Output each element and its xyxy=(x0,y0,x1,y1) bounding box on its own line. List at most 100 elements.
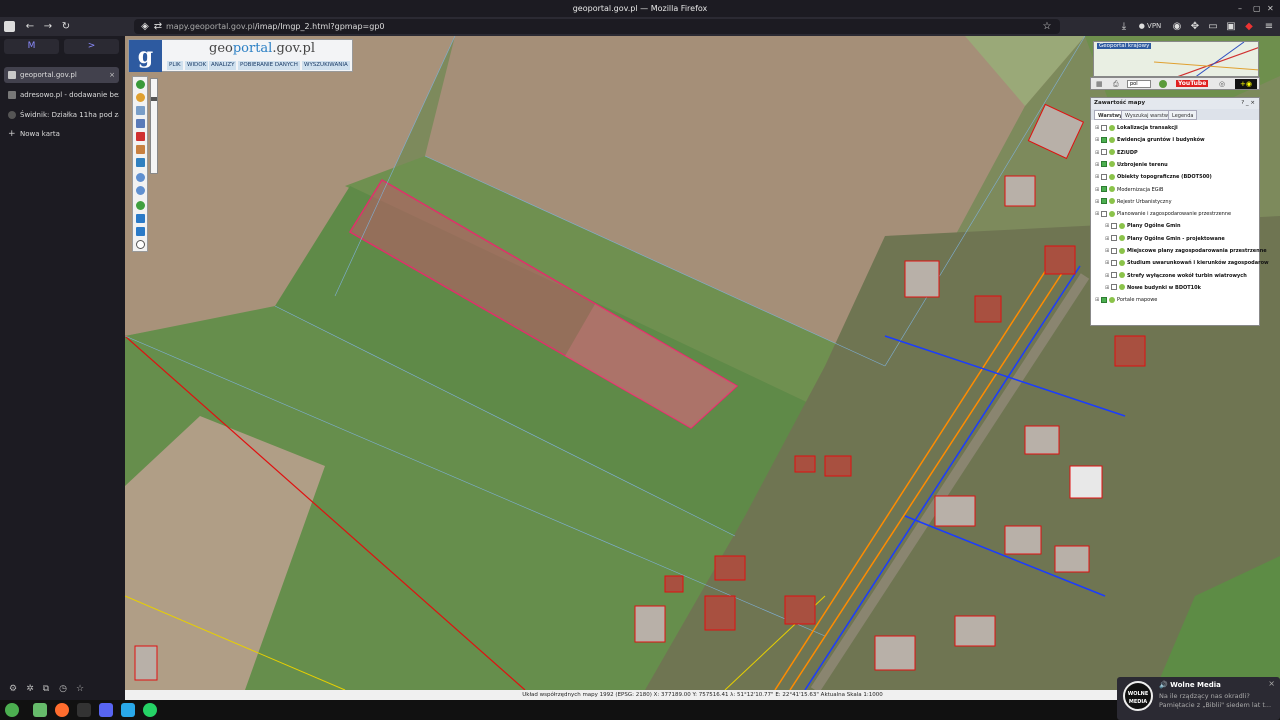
terminal-icon[interactable] xyxy=(77,703,91,717)
discord-icon[interactable] xyxy=(99,703,113,717)
layer-row[interactable]: ⊞ EZiUDP xyxy=(1095,147,1138,159)
tab-swidnik[interactable]: Świdnik: Działka 11ha pod zabu xyxy=(4,107,119,123)
bookmark-star-icon[interactable]: ☆ xyxy=(1040,20,1054,33)
ai-chat-icon[interactable]: ✲ xyxy=(24,684,36,696)
new-tab-button[interactable]: + Nowa karta xyxy=(4,126,119,142)
globe-icon[interactable] xyxy=(136,201,145,210)
files-icon[interactable] xyxy=(33,703,47,717)
layer-row[interactable]: ⊞ Modernizacja EGiB xyxy=(1095,184,1163,196)
tab-geoportal[interactable]: geoportal.gov.pl × xyxy=(4,67,119,83)
pocket-icon[interactable]: ▣ xyxy=(1224,20,1238,33)
layer-checkbox[interactable] xyxy=(1111,235,1117,242)
clear-icon[interactable] xyxy=(136,240,145,249)
downloads-icon[interactable]: ⤓ xyxy=(1117,20,1131,33)
layer-checkbox[interactable] xyxy=(1101,173,1107,180)
zoom-slider[interactable] xyxy=(150,78,158,174)
forward-arrow-icon[interactable]: → xyxy=(41,20,55,33)
eye-icon[interactable]: +◉ xyxy=(1235,79,1257,89)
layer-checkbox[interactable] xyxy=(1101,186,1107,192)
pan-hand-icon[interactable] xyxy=(136,93,145,102)
layer-checkbox[interactable] xyxy=(1101,124,1107,131)
vpn-button[interactable]: ● VPN xyxy=(1136,20,1164,33)
forward-arrow-icon[interactable] xyxy=(136,227,145,236)
print-icon[interactable] xyxy=(136,119,145,128)
layer-row[interactable]: ⊞ Studium uwarunkowań i kierunków zagospo… xyxy=(1105,257,1269,269)
close-tab-icon[interactable]: × xyxy=(109,67,115,83)
layer-checkbox[interactable] xyxy=(1111,222,1117,229)
layer-row[interactable]: ⊞ Plany Ogólne Gmin - projektowane xyxy=(1105,233,1225,245)
zoom-slider-handle[interactable] xyxy=(151,97,157,101)
menu-pobieranie[interactable]: POBIERANIE DANYCH xyxy=(238,61,300,70)
layer-checkbox[interactable] xyxy=(1101,136,1107,143)
geoportal-logo[interactable]: g xyxy=(129,40,162,72)
layer-row[interactable]: ⊞ Obiekty topograficzne (BDOT500) xyxy=(1095,171,1212,183)
language-select[interactable]: pol xyxy=(1127,80,1151,88)
layer-checkbox[interactable] xyxy=(1101,198,1107,205)
draw-icon[interactable] xyxy=(136,145,145,154)
layer-row[interactable]: ⊞ Uzbrojenie terenu xyxy=(1095,159,1168,171)
home-icon[interactable]: ▦ xyxy=(1096,80,1103,88)
layer-checkbox[interactable] xyxy=(1111,259,1117,266)
telegram-icon[interactable] xyxy=(121,703,135,717)
layer-checkbox[interactable] xyxy=(1101,149,1107,156)
layer-row[interactable]: ⊞ Planowanie i zagospodarowanie przestrze… xyxy=(1095,208,1231,220)
sidebar-proton-button[interactable]: M xyxy=(4,39,59,54)
menu-plik[interactable]: PLIK xyxy=(167,61,183,70)
settings-gear-icon[interactable]: ⚙ xyxy=(7,684,19,696)
panel-controls[interactable]: ? _ × xyxy=(1241,98,1255,109)
tab-adresowo[interactable]: adresowo.pl - dodawanie bezpł xyxy=(4,87,119,103)
layers-icon[interactable] xyxy=(136,106,145,115)
history-icon[interactable]: ◷ xyxy=(57,684,69,696)
layer-checkbox[interactable] xyxy=(1111,284,1117,291)
back-arrow-icon[interactable]: ← xyxy=(23,20,37,33)
map-globe-icon[interactable] xyxy=(1159,80,1167,88)
mint-menu-icon[interactable] xyxy=(5,703,19,717)
url-bar[interactable]: ◈ ⇄ mapy.geoportal.gov.pl/imap/Imgp_2.ht… xyxy=(134,19,1060,34)
layer-checkbox[interactable] xyxy=(1111,272,1117,279)
layer-checkbox[interactable] xyxy=(1111,247,1117,254)
menu-wyszukiwania[interactable]: WYSZUKIWANIA xyxy=(302,61,350,70)
zoom-out-icon[interactable] xyxy=(136,186,145,195)
menu-widok[interactable]: WIDOK xyxy=(185,61,209,70)
container-icon[interactable]: ▭ xyxy=(1206,20,1220,33)
notification-toast[interactable]: WOLNE MEDIA 🔊 Wolne Media Na ile rządząc… xyxy=(1117,677,1280,720)
extensions-icon[interactable]: ✥ xyxy=(1188,20,1202,33)
tab-legenda[interactable]: Legenda xyxy=(1168,110,1198,120)
menu-analizy[interactable]: ANALIZY xyxy=(209,61,237,70)
layer-row[interactable]: ⊞ Rejestr Urbanistyczny xyxy=(1095,196,1172,208)
reload-icon[interactable]: ↻ xyxy=(59,20,73,33)
compass-icon[interactable]: ◎ xyxy=(1219,80,1225,88)
layer-row[interactable]: ⊞ Lokalizacja transakcji xyxy=(1095,122,1178,134)
zoom-in-icon[interactable] xyxy=(136,173,145,182)
close-window-button[interactable]: ✕ xyxy=(1267,0,1274,17)
account-icon[interactable]: ◉ xyxy=(1170,20,1184,33)
permissions-icon[interactable]: ⇄ xyxy=(151,20,165,33)
whatsapp-icon[interactable] xyxy=(143,703,157,717)
layer-row[interactable]: ⊞ Plany Ogólne Gmin xyxy=(1105,220,1181,232)
minimize-button[interactable]: – xyxy=(1238,0,1242,17)
sidebar-terminal-button[interactable]: > xyxy=(64,39,119,54)
layer-checkbox[interactable] xyxy=(1101,210,1107,217)
layer-checkbox[interactable] xyxy=(1101,296,1107,303)
maximize-button[interactable]: ▢ xyxy=(1253,0,1261,17)
layer-row[interactable]: ⊞ Strefy wyłączone wokół turbin wiatrowyc… xyxy=(1105,270,1247,282)
brave-browser-icon[interactable] xyxy=(55,703,69,717)
ruler-icon[interactable] xyxy=(136,158,145,167)
measure-icon[interactable] xyxy=(136,132,145,141)
menu-hamburger-icon[interactable]: ≡ xyxy=(1262,20,1276,33)
shield-icon[interactable]: ◈ xyxy=(138,20,152,33)
extension-red-icon[interactable]: ◆ xyxy=(1242,20,1256,33)
sidebar-toggle-icon[interactable] xyxy=(4,21,15,32)
overview-minimap[interactable]: Geoportal krajowy xyxy=(1093,41,1259,77)
layer-row[interactable]: ⊞ Ewidencja gruntów i budynków xyxy=(1095,134,1205,146)
bookmarks-star-icon[interactable]: ☆ xyxy=(74,684,86,696)
layer-row[interactable]: ⊞ Portale mapowe xyxy=(1095,294,1157,306)
layer-checkbox[interactable] xyxy=(1101,161,1107,168)
sync-icon[interactable]: ⧉ xyxy=(40,684,52,696)
tab-wyszukaj-warstwe[interactable]: Wyszukaj warstwę xyxy=(1121,110,1176,120)
layer-row[interactable]: ⊞ Nowe budynki w BDOT10k xyxy=(1105,282,1201,294)
youtube-logo[interactable]: YouTube xyxy=(1176,80,1209,87)
print-icon[interactable]: ⎙ xyxy=(1113,80,1119,89)
back-arrow-icon[interactable] xyxy=(136,214,145,223)
notification-close-icon[interactable]: × xyxy=(1268,679,1275,688)
